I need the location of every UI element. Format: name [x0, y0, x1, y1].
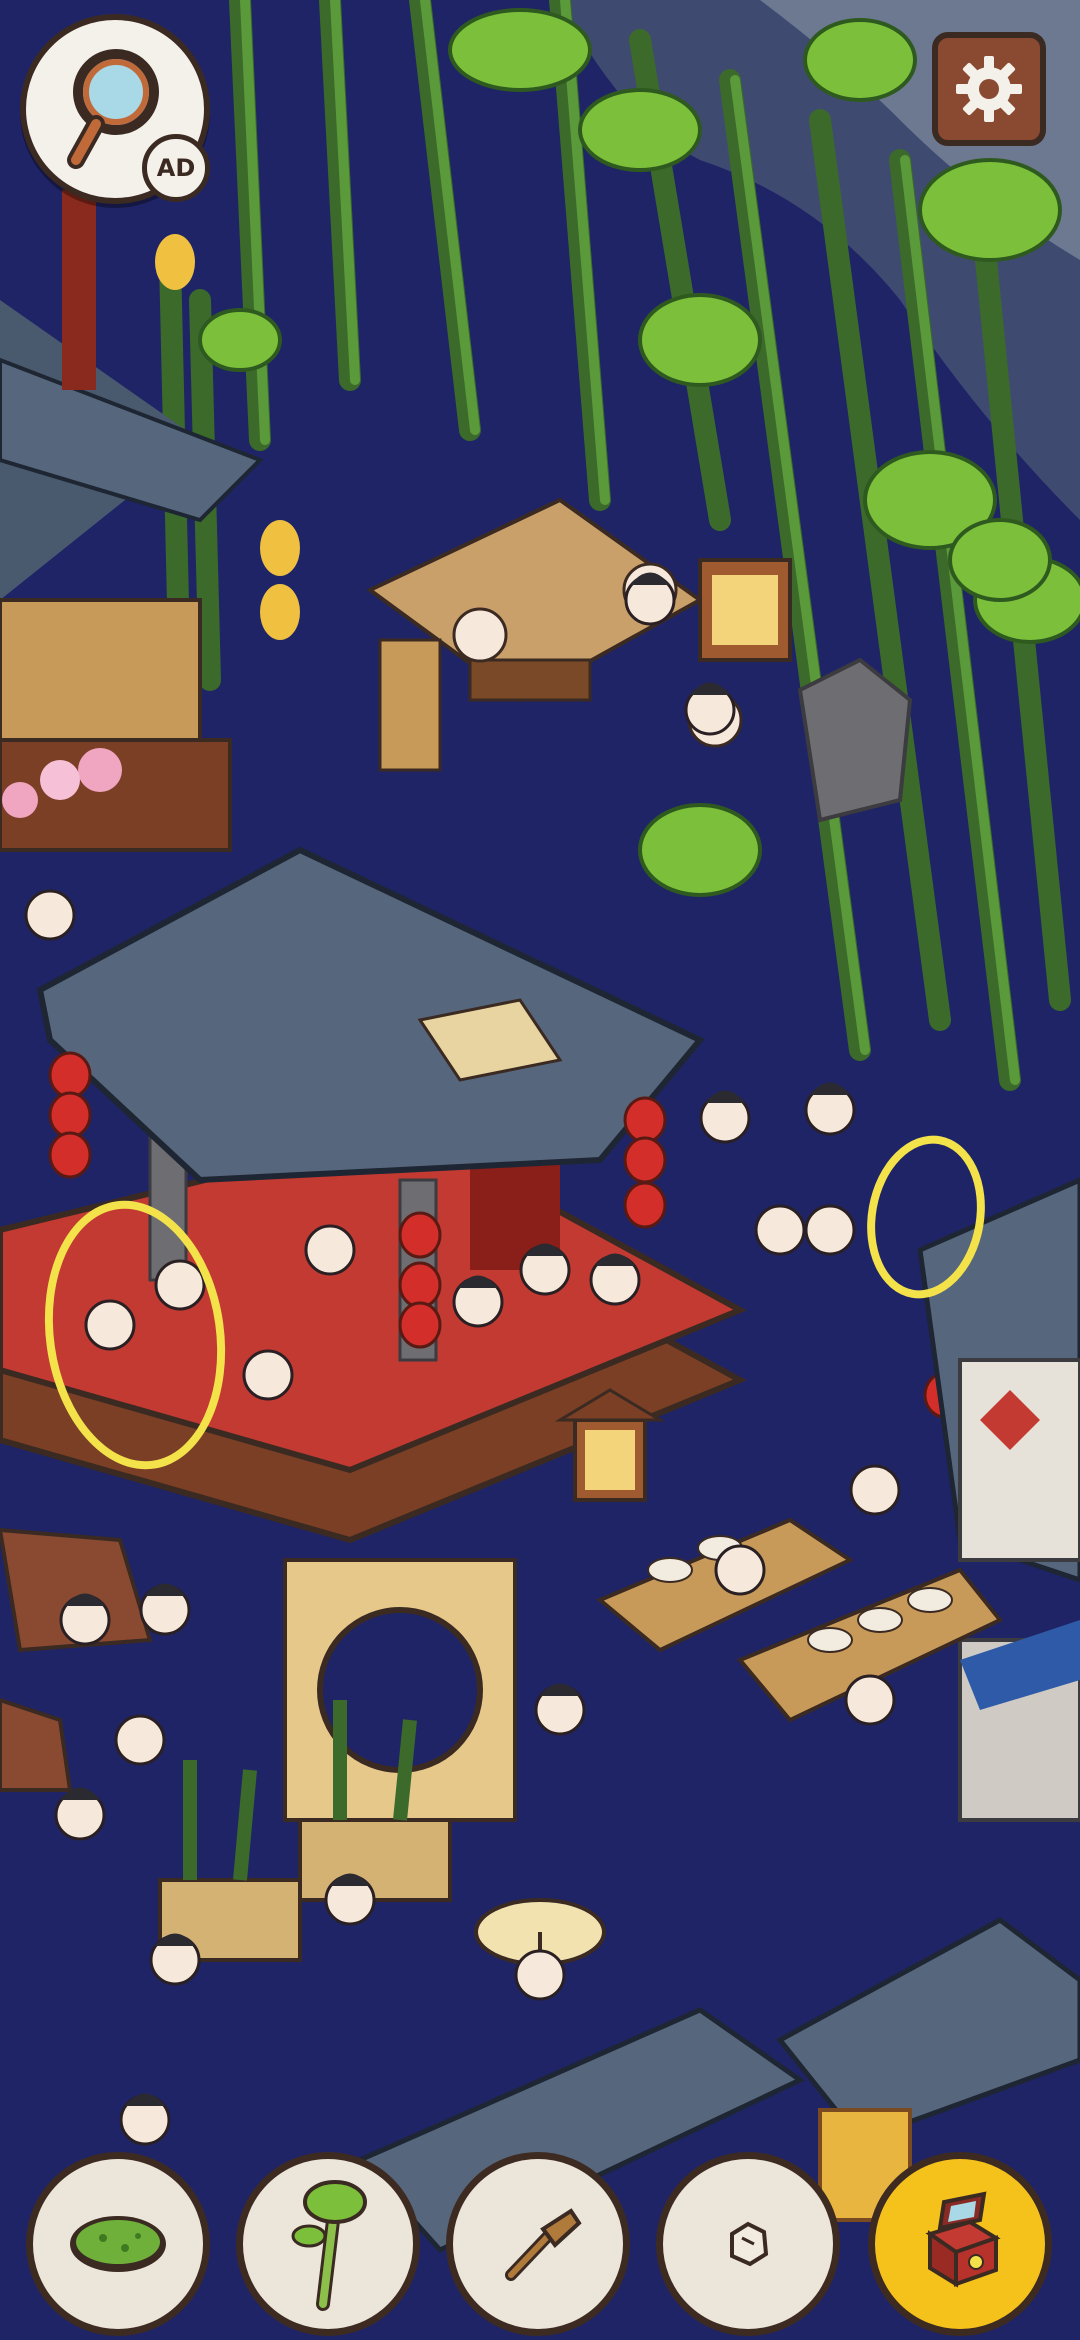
item-slot-bamboo-sprig[interactable]: [236, 2152, 420, 2336]
item-slot-wooden-spatula[interactable]: [446, 2152, 630, 2336]
music-box-icon: [925, 2191, 1001, 2288]
stone-chip-icon: [730, 2221, 769, 2267]
ad-badge[interactable]: AD: [142, 134, 210, 202]
item-slot-stone-chip[interactable]: [656, 2152, 840, 2336]
bamboo-sprig-icon: [291, 2180, 367, 2311]
item-slot-music-box[interactable]: [868, 2152, 1052, 2336]
wooden-spatula-icon: [505, 2208, 582, 2281]
moss-plate-icon: [70, 2216, 166, 2272]
item-bar: [0, 2140, 1080, 2340]
settings-button[interactable]: [932, 32, 1046, 146]
gear-icon: [956, 56, 1022, 122]
item-slot-moss-plate[interactable]: [26, 2152, 210, 2336]
